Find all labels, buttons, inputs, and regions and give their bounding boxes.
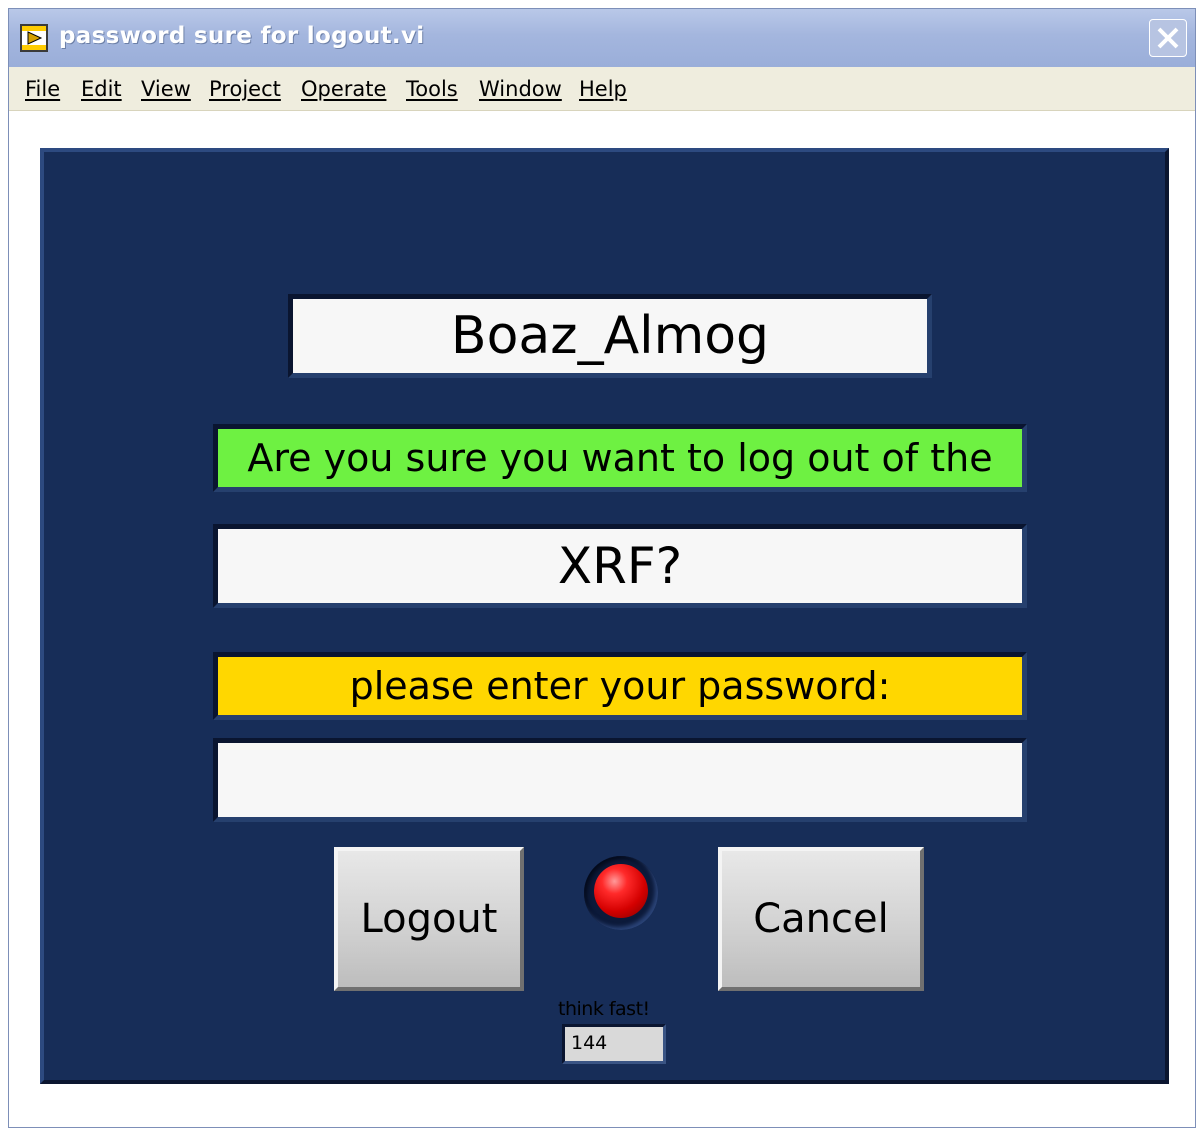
labview-vi-icon xyxy=(20,24,48,52)
title-bar[interactable]: password sure for logout.vi xyxy=(9,9,1195,67)
front-panel: Boaz_Almog Are you sure you want to log … xyxy=(40,148,1169,1084)
cancel-button[interactable]: Cancel xyxy=(718,847,924,991)
menu-operate[interactable]: Operate xyxy=(301,77,386,101)
username-display: Boaz_Almog xyxy=(288,294,932,378)
password-field-frame xyxy=(213,738,1027,822)
menu-tools[interactable]: Tools xyxy=(406,77,458,101)
menu-file[interactable]: File xyxy=(25,77,60,101)
timer-counter: 144 xyxy=(562,1024,666,1064)
status-led xyxy=(584,856,658,930)
menu-project[interactable]: Project xyxy=(209,77,281,101)
red-led-icon xyxy=(594,864,648,918)
password-input[interactable] xyxy=(218,743,1022,817)
password-prompt: please enter your password: xyxy=(213,652,1027,720)
logout-button[interactable]: Logout xyxy=(334,847,524,991)
menu-edit[interactable]: Edit xyxy=(81,77,122,101)
timer-label: think fast! xyxy=(558,998,650,1020)
menu-help[interactable]: Help xyxy=(579,77,627,101)
menu-window[interactable]: Window xyxy=(479,77,562,101)
close-button[interactable] xyxy=(1149,19,1187,57)
app-window: password sure for logout.vi File Edit Vi… xyxy=(8,8,1196,1128)
close-icon xyxy=(1157,27,1179,49)
menu-bar: File Edit View Project Operate Tools Win… xyxy=(9,67,1195,111)
menu-view[interactable]: View xyxy=(141,77,191,101)
window-title: password sure for logout.vi xyxy=(59,23,425,49)
question-banner: Are you sure you want to log out of the xyxy=(213,424,1027,492)
system-name-display: XRF? xyxy=(213,524,1027,608)
